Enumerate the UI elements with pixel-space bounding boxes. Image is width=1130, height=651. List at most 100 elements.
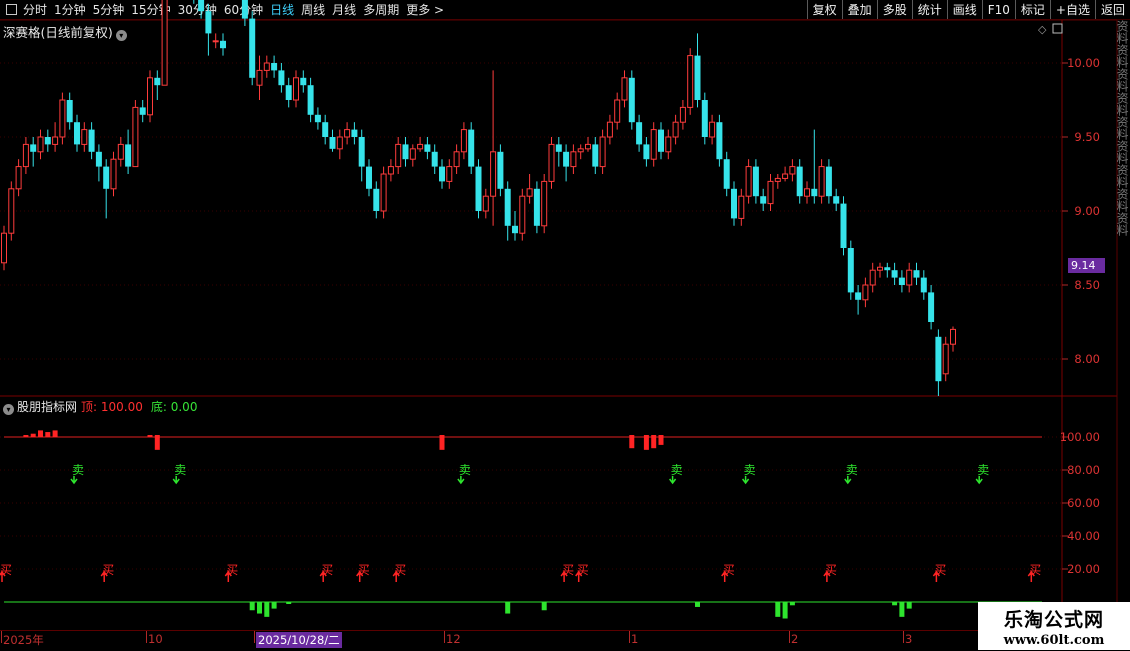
candle-body (701, 100, 708, 137)
bottom-signal-bar (782, 602, 788, 619)
price-tick-label: 8.00 (1074, 352, 1100, 366)
sell-signal-label: 卖 (459, 463, 471, 477)
candle-body (74, 122, 80, 145)
sell-signal-label: 卖 (174, 463, 186, 477)
candle-body (519, 195, 526, 234)
top-signal-bar (45, 432, 51, 437)
candle-body (840, 203, 847, 248)
candle-body (942, 343, 949, 375)
candle-body (285, 85, 292, 100)
sell-arrow-icon (457, 476, 465, 485)
candle-body (935, 336, 942, 382)
candle-body (446, 166, 453, 182)
chevron-down-icon[interactable]: ▾ (3, 404, 14, 415)
bottom-signal-bar (271, 602, 277, 609)
candle-body (212, 40, 219, 43)
candle-body (409, 148, 416, 160)
bottom-signal-bar (264, 602, 270, 617)
candle-body (774, 177, 781, 182)
top-signal-bar (658, 435, 664, 445)
x-axis-tick (254, 631, 255, 643)
top-signal-bar (23, 435, 29, 437)
candle-body (329, 137, 336, 149)
candle-body (256, 69, 263, 86)
candle-body (563, 151, 570, 167)
candle-body (606, 121, 613, 138)
candle-body (366, 166, 372, 189)
candle-body (745, 166, 752, 197)
indicator-tick-label: 80.00 (1067, 463, 1100, 477)
candle-body (548, 143, 555, 182)
indicator-header: ▾ 股朋指标网 顶: 100.00 底: 0.00 (3, 398, 197, 415)
candle-body (271, 63, 278, 71)
indicator-tick-label: 20.00 (1067, 562, 1100, 576)
candle-body (241, 0, 248, 19)
indicator-name: 股朋指标网 (17, 400, 78, 414)
candle-body (8, 188, 15, 234)
bottom-signal-bar (541, 602, 547, 611)
candle-body (424, 144, 431, 152)
bottom-signal-bar (789, 602, 795, 606)
candle-body (855, 292, 862, 300)
candle-body (847, 248, 854, 293)
top-signal-bar (629, 435, 635, 449)
candle-body (906, 269, 913, 286)
candle-body (533, 188, 540, 226)
candle-body (555, 144, 562, 152)
candle-body (782, 173, 789, 179)
candle-body (1, 232, 7, 264)
candle-body (358, 137, 365, 167)
x-axis (0, 630, 1117, 651)
candle-body (490, 151, 497, 197)
candle-body (37, 136, 44, 153)
x-axis-tick (146, 631, 147, 643)
indicator-top-label: 顶: 100.00 (81, 400, 143, 414)
candle-body (431, 151, 438, 167)
current-price-badge: 9.14 (1068, 258, 1105, 273)
x-axis-tick (903, 631, 904, 643)
candle-body (15, 166, 22, 190)
candle-body (81, 129, 88, 145)
x-axis-label: 1 (631, 632, 639, 646)
candle-body (577, 148, 584, 153)
top-signal-bar (651, 435, 657, 449)
indicator-tick-label: 100.00 (1059, 430, 1100, 444)
candle-body (796, 166, 803, 197)
top-signal-bar (439, 435, 445, 450)
bottom-signal-bar (257, 602, 262, 614)
sell-signal-label: 卖 (671, 463, 683, 477)
sell-arrow-icon (172, 476, 180, 485)
candle-body (44, 137, 51, 145)
candle-body (132, 106, 139, 168)
x-axis-tick (444, 631, 445, 643)
candle-body (599, 136, 606, 168)
candle-body (402, 144, 409, 160)
candle-body (307, 85, 314, 115)
x-axis-label: 2025年 (3, 633, 44, 647)
candle-body (920, 277, 927, 293)
candle-body (731, 188, 737, 219)
x-axis-tick (789, 631, 790, 643)
candle-body (679, 106, 686, 123)
candle-body (468, 129, 475, 167)
indicator-tick-label: 60.00 (1067, 496, 1100, 510)
candle-body (417, 143, 424, 150)
x-axis-tick (629, 631, 630, 643)
candle-body (738, 195, 745, 219)
candle-body (161, 0, 168, 86)
candle-body (862, 284, 869, 301)
side-panel-tab[interactable]: 资料资料资料资料资料资料资料资料资料 (1117, 20, 1130, 630)
candle-body (475, 166, 482, 211)
candle-body (833, 196, 840, 204)
candle-body (52, 136, 59, 145)
candle-body (220, 40, 226, 49)
sell-arrow-icon (742, 476, 750, 485)
sell-arrow-icon (844, 476, 852, 485)
candle-body (482, 195, 489, 212)
candle-body (789, 166, 796, 175)
kline-chart[interactable]: 卖卖卖卖卖卖卖买买买买买买买买买买买买◇ (0, 0, 1130, 650)
candle-body (811, 188, 818, 197)
candle-body (760, 196, 767, 204)
candle-body (387, 166, 394, 175)
sell-signal-label: 卖 (744, 463, 756, 477)
